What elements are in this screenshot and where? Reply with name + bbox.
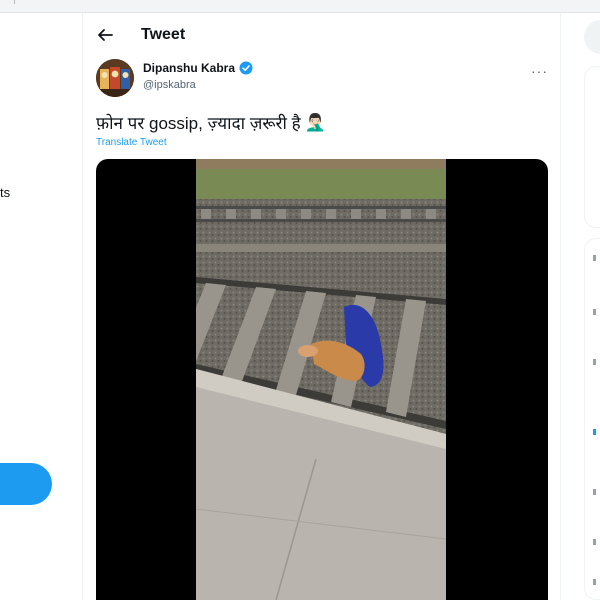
search-box[interactable] bbox=[584, 20, 600, 54]
translate-tweet-link[interactable]: Translate Tweet bbox=[96, 137, 167, 148]
author-name-text[interactable]: Dipanshu Kabra bbox=[143, 61, 235, 75]
arrow-left-icon bbox=[98, 29, 113, 41]
back-button[interactable] bbox=[93, 23, 117, 47]
trends-card bbox=[584, 238, 600, 600]
trend-item[interactable] bbox=[593, 539, 596, 545]
video-frame bbox=[196, 159, 446, 600]
trend-item[interactable] bbox=[593, 359, 596, 365]
trend-item[interactable] bbox=[593, 579, 596, 585]
tweet-text: फ़ोन पर gossip, ज़्यादा ज़रूरी है 🤦🏻‍♂️ bbox=[96, 111, 326, 134]
page-title: Tweet bbox=[141, 26, 186, 43]
browser-tab-strip: ··· | ··· · · ··· bbox=[0, 0, 600, 13]
nav-item-label[interactable]: ts bbox=[0, 185, 10, 200]
compose-tweet-button[interactable] bbox=[0, 463, 52, 505]
main-column: Tweet Dipanshu Kabra @ipskabra ··· फ़ोन … bbox=[82, 13, 561, 600]
facepalm-emoji-icon: 🤦🏻‍♂️ bbox=[304, 112, 326, 132]
sidebar-card bbox=[584, 66, 600, 228]
page-header: Tweet bbox=[83, 13, 560, 59]
avatar[interactable] bbox=[96, 59, 134, 97]
trend-item[interactable] bbox=[593, 489, 596, 495]
trend-item[interactable] bbox=[593, 255, 596, 261]
verified-badge-icon bbox=[239, 61, 253, 75]
tweet-text-body: फ़ोन पर gossip, ज़्यादा ज़रूरी है bbox=[96, 114, 301, 133]
trend-item[interactable] bbox=[593, 309, 596, 315]
trend-item[interactable] bbox=[593, 429, 596, 435]
author-name[interactable]: Dipanshu Kabra bbox=[143, 61, 253, 75]
left-navigation: ts bbox=[0, 13, 82, 600]
more-options-button[interactable]: ··· bbox=[531, 63, 548, 79]
author-handle[interactable]: @ipskabra bbox=[143, 79, 196, 91]
tweet-video[interactable] bbox=[96, 159, 548, 600]
browser-tabs-text: ··· | ··· · · ··· bbox=[2, 0, 50, 4]
